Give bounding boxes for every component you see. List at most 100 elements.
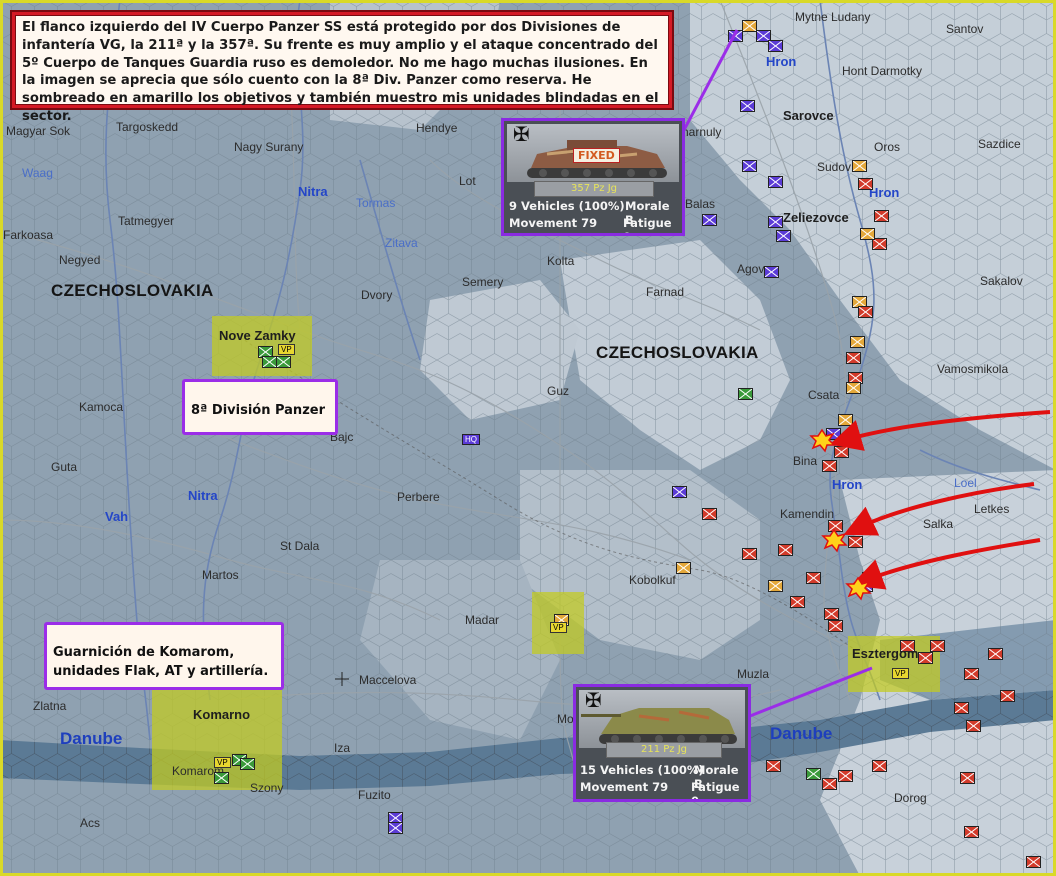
unit-name-bar: 211 Pz Jg: [606, 742, 722, 758]
unit-counter[interactable]: [900, 640, 915, 652]
town-salka: Salka: [923, 517, 954, 531]
unit-counter[interactable]: [822, 778, 837, 790]
unit-counter[interactable]: [766, 760, 781, 772]
town-kamoca: Kamoca: [79, 400, 124, 414]
unit-counter[interactable]: [768, 216, 783, 228]
river-zitava: Zitava: [385, 236, 418, 250]
town-dorog: Dorog: [894, 791, 927, 805]
unit-counter[interactable]: [964, 826, 979, 838]
fixed-status-tag: FIXED: [573, 148, 620, 163]
unit-counter[interactable]: [1026, 856, 1041, 868]
unit-panel-211[interactable]: ✠ 211 Pz Jg 15 Vehicles (100%) Morale B …: [573, 684, 751, 802]
river-loel: Loel: [954, 476, 977, 490]
unit-counter[interactable]: [848, 536, 863, 548]
town-mo: Mo: [557, 712, 574, 726]
town-farkoasa: Farkoasa: [3, 228, 54, 242]
unit-counter[interactable]: [764, 266, 779, 278]
unit-counter[interactable]: [918, 652, 933, 664]
unit-counter[interactable]: [822, 460, 837, 472]
town-harnuly: harnuly: [682, 125, 722, 139]
vp-marker-madar: VP: [550, 622, 567, 633]
town-komarno: Komarno: [193, 707, 251, 722]
town-vamosmikola: Vamosmikola: [937, 362, 1009, 376]
unit-counter[interactable]: [790, 596, 805, 608]
unit-counter[interactable]: [960, 772, 975, 784]
unit-counter[interactable]: [768, 40, 783, 52]
town-kobolkuf: Kobolkuf: [629, 573, 676, 587]
unit-counter[interactable]: [740, 100, 755, 112]
unit-counter[interactable]: [824, 608, 839, 620]
unit-counter[interactable]: [964, 668, 979, 680]
unit-counter[interactable]: [874, 210, 889, 222]
unit-counter[interactable]: [776, 230, 791, 242]
town-balas: Balas: [685, 197, 716, 211]
town-martos: Martos: [202, 568, 239, 582]
unit-counter[interactable]: [778, 544, 793, 556]
unit-counter[interactable]: [1000, 690, 1015, 702]
country-label-east: CZECHOSLOVAKIA: [596, 343, 759, 362]
unit-counter[interactable]: [930, 640, 945, 652]
unit-counter[interactable]: [276, 356, 291, 368]
unit-counter[interactable]: [954, 702, 969, 714]
unit-counter[interactable]: [828, 520, 843, 532]
callout-komarom-garrison: Guarnición de Komarom, unidades Flak, AT…: [44, 622, 284, 690]
unit-counter[interactable]: [742, 160, 757, 172]
unit-counter[interactable]: [850, 336, 865, 348]
callout-8th-panzer-text: 8ª División Panzer: [191, 403, 325, 418]
unit-counter[interactable]: [806, 572, 821, 584]
town-acs: Acs: [80, 816, 101, 830]
unit-counter[interactable]: [852, 160, 867, 172]
town-madar: Madar: [465, 613, 500, 627]
unit-counter[interactable]: [240, 758, 255, 770]
town-fuzito: Fuzito: [358, 788, 391, 802]
unit-counter[interactable]: [858, 178, 873, 190]
unit-panel-357[interactable]: ✠ FIXED 357 Pz Jg 9 Vehicles (100%) Mora…: [501, 118, 685, 236]
vp-marker-nove-zamky: VP: [278, 344, 295, 355]
unit-counter[interactable]: [768, 580, 783, 592]
unit-counter[interactable]: [262, 356, 277, 368]
unit-counter[interactable]: [702, 214, 717, 226]
unit-counter[interactable]: [806, 768, 821, 780]
unit-counter[interactable]: [966, 720, 981, 732]
town-kamendin: Kamendin: [780, 507, 835, 521]
unit-counter[interactable]: [858, 580, 873, 592]
unit-counter[interactable]: [672, 486, 687, 498]
town-mytne-ludany: Mytne Ludany: [795, 10, 871, 24]
unit-counter[interactable]: [838, 414, 853, 426]
commentary-note: El flanco izquierdo del IV Cuerpo Panzer…: [10, 10, 674, 124]
unit-counter[interactable]: [846, 352, 861, 364]
unit-counter[interactable]: [738, 388, 753, 400]
unit-counter[interactable]: [768, 176, 783, 188]
town-nove-zamky: Nove Zamky: [219, 328, 296, 343]
unit-counter[interactable]: [828, 620, 843, 632]
unit-name-bar: 357 Pz Jg: [534, 181, 654, 197]
town-santov: Santov: [946, 22, 984, 36]
town-bina: Bina: [793, 454, 818, 468]
town-lot: Lot: [459, 174, 476, 188]
unit-counter[interactable]: [214, 772, 229, 784]
unit-counter[interactable]: [742, 20, 757, 32]
unit-counter[interactable]: [846, 382, 861, 394]
unit-counter[interactable]: [676, 562, 691, 574]
river-vah: Vah: [105, 509, 129, 524]
town-kolta: Kolta: [547, 254, 575, 268]
unit-counter[interactable]: [742, 548, 757, 560]
river-waag: Waag: [22, 166, 53, 180]
town-perbere: Perbere: [397, 490, 440, 504]
unit-counter[interactable]: [388, 822, 403, 834]
unit-counter[interactable]: [872, 760, 887, 772]
unit-counter[interactable]: [838, 770, 853, 782]
unit-movement: Movement 79: [580, 780, 669, 794]
unit-counter[interactable]: [860, 228, 875, 240]
town-agov: Agov: [737, 262, 765, 276]
unit-counter[interactable]: [834, 446, 849, 458]
map-view[interactable]: Mytne Ludany Santov Hont Darmotky Sarovc…: [0, 0, 1056, 876]
town-semery: Semery: [462, 275, 504, 289]
town-muzla: Muzla: [737, 667, 770, 681]
unit-counter[interactable]: [858, 306, 873, 318]
unit-counter[interactable]: [702, 508, 717, 520]
unit-counter[interactable]: [826, 428, 841, 440]
iron-cross-icon: ✠: [585, 688, 602, 712]
unit-counter[interactable]: [988, 648, 1003, 660]
unit-counter[interactable]: [728, 30, 743, 42]
